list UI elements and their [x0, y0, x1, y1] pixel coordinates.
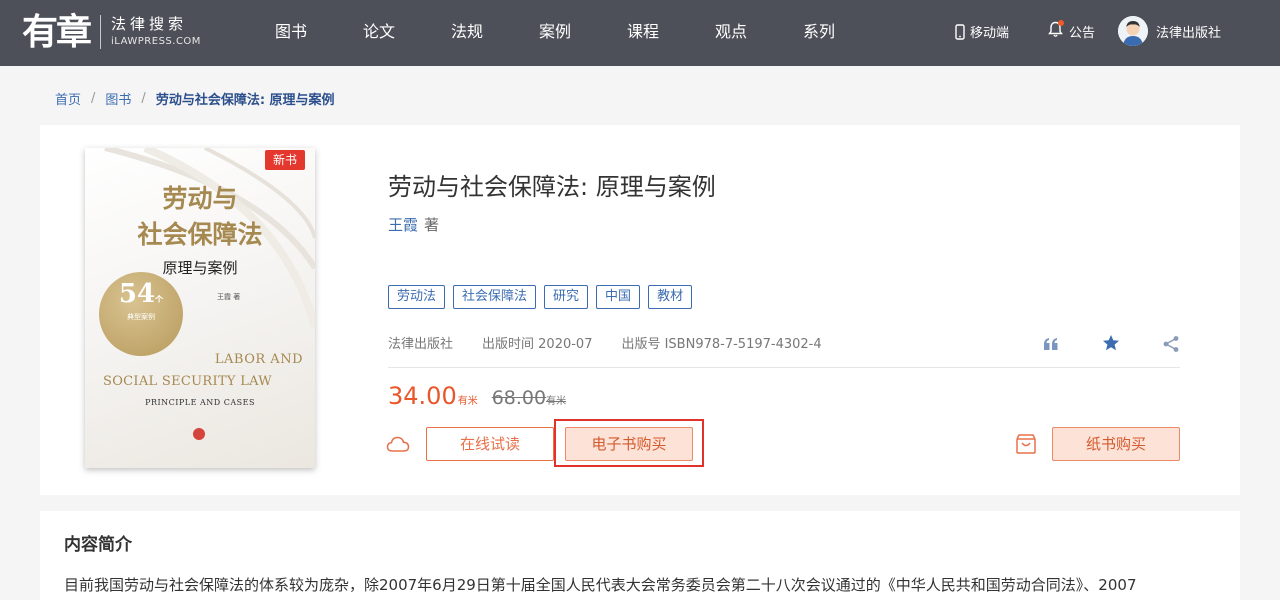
- cover-author: 王霞 著: [217, 293, 241, 301]
- book-author-line: 王霞著: [388, 214, 439, 235]
- current-price-unit: 有米: [457, 396, 478, 407]
- share-icon[interactable]: [1162, 335, 1180, 353]
- author-role: 著: [424, 216, 440, 234]
- isbn: 出版号 ISBN978-7-5197-4302-4: [621, 337, 822, 352]
- site-logo[interactable]: 有章 法律搜索 iLAWPRESS.COM: [22, 12, 201, 52]
- notice-link[interactable]: 公告: [1048, 20, 1096, 42]
- intro-title: 内容简介: [64, 535, 132, 555]
- notice-label: 公告: [1069, 26, 1096, 41]
- quote-icon[interactable]: [1042, 335, 1060, 353]
- cover-title-line2: 社会保障法: [137, 220, 263, 249]
- mobile-label: 移动端: [970, 26, 1010, 41]
- nav-opinions[interactable]: 观点: [715, 21, 747, 43]
- breadcrumb-separator: /: [91, 91, 96, 106]
- tag-social-security-law[interactable]: 社会保障法: [453, 285, 537, 309]
- tag-list: 劳动法 社会保障法 研究 中国 教材: [388, 285, 700, 309]
- nav-books[interactable]: 图书: [275, 21, 307, 43]
- logo-divider: [100, 15, 102, 49]
- tag-textbook[interactable]: 教材: [648, 285, 693, 309]
- paper-book-buy-button[interactable]: 纸书购买: [1052, 427, 1180, 461]
- nav-regulations[interactable]: 法规: [451, 21, 483, 43]
- author-link[interactable]: 王霞: [388, 216, 418, 234]
- cover-title-line1: 劳动与: [162, 184, 238, 213]
- bell-icon: [1048, 20, 1064, 42]
- new-book-badge: 新书: [265, 150, 305, 170]
- book-meta: 法律出版社 出版时间 2020-07 出版号 ISBN978-7-5197-43…: [388, 333, 851, 352]
- user-name: 法律出版社: [1156, 25, 1222, 41]
- publish-date: 出版时间 2020-07: [482, 337, 593, 352]
- ebook-buy-highlight: [554, 419, 704, 467]
- breadcrumb-home[interactable]: 首页: [55, 89, 81, 108]
- cover-en-line3: PRINCIPLE AND CASES: [145, 398, 255, 407]
- book-cover[interactable]: 新书 劳动与 社会保障法 原理与案例 54个 典型案例 王霞 著 LABOR A…: [85, 148, 315, 468]
- breadcrumb-current: 劳动与社会保障法: 原理与案例: [155, 93, 335, 108]
- logo-domain: iLAWPRESS.COM: [111, 36, 201, 47]
- breadcrumb: 首页 / 图书 / 劳动与社会保障法: 原理与案例: [55, 89, 335, 108]
- phone-icon: [955, 23, 965, 40]
- current-price: 34.00: [388, 382, 457, 410]
- price-block: 34.00 有米 68.00 有米: [388, 382, 566, 410]
- breadcrumb-books[interactable]: 图书: [105, 89, 131, 108]
- cover-case-circle: 54个 典型案例: [99, 272, 183, 356]
- read-online-button[interactable]: 在线试读: [426, 427, 554, 461]
- top-navbar: 有章 法律搜索 iLAWPRESS.COM 图书 论文 法规 案例 课程 观点 …: [0, 0, 1280, 66]
- cover-en-line1: LABOR AND: [214, 352, 303, 367]
- nav-series[interactable]: 系列: [803, 21, 835, 43]
- tag-research[interactable]: 研究: [544, 285, 589, 309]
- tag-labor-law[interactable]: 劳动法: [388, 285, 446, 309]
- original-price: 68.00: [491, 387, 547, 409]
- logo-main: 有章: [22, 11, 92, 53]
- original-price-unit: 有米: [546, 396, 567, 407]
- cover-subtitle: 原理与案例: [162, 259, 238, 277]
- cloud-icon: [386, 436, 410, 452]
- publisher-seal-icon: [193, 428, 205, 440]
- nav-courses[interactable]: 课程: [627, 21, 659, 43]
- shop-bag-icon: [1016, 434, 1036, 454]
- intro-text: 目前我国劳动与社会保障法的体系较为庞杂，除2007年6月29日第十届全国人民代表…: [64, 576, 1137, 594]
- logo-subtitle: 法律搜索: [111, 15, 188, 33]
- nav-papers[interactable]: 论文: [363, 21, 395, 43]
- book-title: 劳动与社会保障法: 原理与案例: [388, 173, 716, 201]
- user-menu[interactable]: 法律出版社: [1118, 16, 1221, 46]
- star-icon[interactable]: [1102, 334, 1120, 352]
- publisher: 法律出版社: [388, 337, 454, 352]
- cover-case-label: 典型案例: [127, 313, 155, 321]
- cover-en-line2: SOCIAL SECURITY LAW: [103, 374, 272, 389]
- nav-cases[interactable]: 案例: [539, 21, 571, 43]
- mobile-link[interactable]: 移动端: [955, 22, 1009, 41]
- avatar: [1118, 16, 1148, 46]
- cover-case-count: 54: [118, 279, 156, 309]
- divider: [388, 367, 1180, 368]
- breadcrumb-separator: /: [141, 91, 146, 106]
- tag-china[interactable]: 中国: [596, 285, 641, 309]
- cover-case-unit: 个: [155, 294, 164, 304]
